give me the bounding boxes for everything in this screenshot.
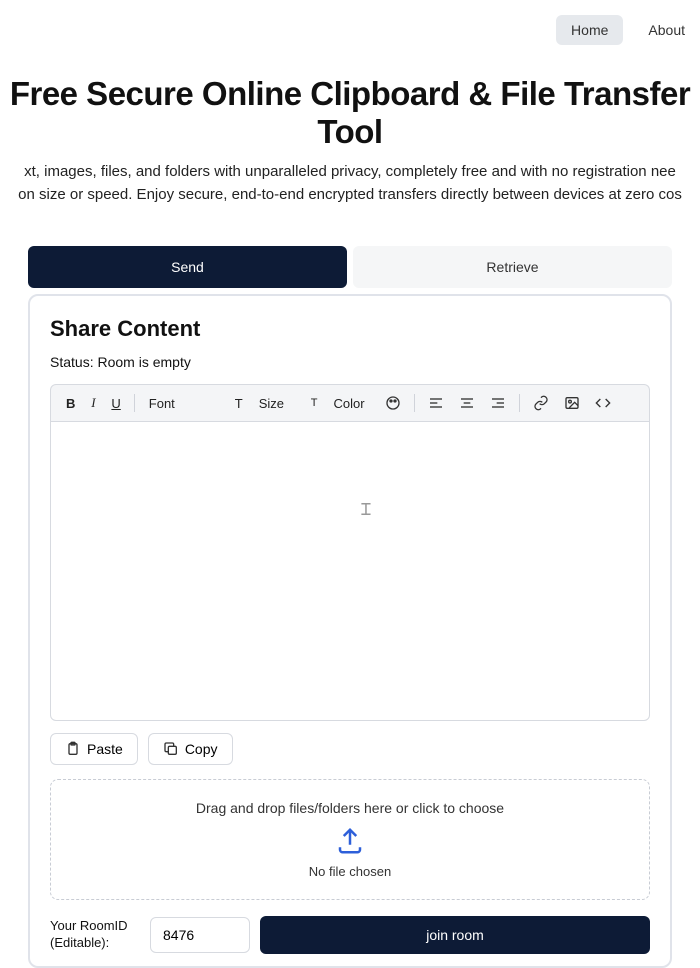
italic-button[interactable]: I xyxy=(85,392,101,414)
color-select[interactable]: Color xyxy=(327,393,375,414)
editor-textarea[interactable]: Ꮖ xyxy=(50,421,650,721)
tab-retrieve[interactable]: Retrieve xyxy=(353,246,672,288)
bold-button[interactable]: B xyxy=(61,393,80,414)
nav-home[interactable]: Home xyxy=(556,15,623,45)
tab-send[interactable]: Send xyxy=(28,246,347,288)
underline-button[interactable]: U xyxy=(106,393,125,414)
copy-button[interactable]: Copy xyxy=(148,733,233,765)
separator xyxy=(519,394,520,412)
tab-bar: Send Retrieve xyxy=(28,246,672,288)
align-center-icon[interactable] xyxy=(454,392,480,414)
room-id-input[interactable] xyxy=(150,917,250,953)
palette-icon[interactable] xyxy=(380,392,406,414)
paste-button[interactable]: Paste xyxy=(50,733,138,765)
code-icon[interactable] xyxy=(590,392,616,414)
upload-icon xyxy=(71,826,629,856)
nofile-text: No file chosen xyxy=(71,864,629,879)
size-select[interactable]: Size xyxy=(253,393,301,414)
copy-label: Copy xyxy=(185,741,218,757)
room-id-label: Your RoomID (Editable): xyxy=(50,918,140,952)
tt-icon[interactable]: T xyxy=(306,394,323,412)
clipboard-icon xyxy=(65,741,81,757)
dropzone-text: Drag and drop files/folders here or clic… xyxy=(71,800,629,816)
align-right-icon[interactable] xyxy=(485,392,511,414)
hero-subtitle-2: on size or speed. Enjoy secure, end-to-e… xyxy=(0,184,700,207)
hero: Free Secure Online Clipboard & File Tran… xyxy=(0,60,700,246)
top-nav: Home About xyxy=(0,0,700,60)
editor-toolbar: B I U Font T Size T Color xyxy=(50,384,650,421)
separator xyxy=(134,394,135,412)
image-icon[interactable] xyxy=(559,392,585,414)
share-panel: Share Content Status: Room is empty B I … xyxy=(28,294,672,968)
nav-about[interactable]: About xyxy=(633,15,700,45)
panel-title: Share Content xyxy=(50,316,650,342)
text-cursor-icon: Ꮖ xyxy=(361,502,372,520)
hero-subtitle-1: xt, images, files, and folders with unpa… xyxy=(0,161,700,184)
file-dropzone[interactable]: Drag and drop files/folders here or clic… xyxy=(50,779,650,900)
copy-icon xyxy=(163,741,179,757)
join-room-button[interactable]: join room xyxy=(260,916,650,954)
room-row: Your RoomID (Editable): join room xyxy=(50,916,650,954)
align-left-icon[interactable] xyxy=(423,392,449,414)
action-row: Paste Copy xyxy=(50,733,650,765)
status-text: Status: Room is empty xyxy=(50,354,650,370)
text-format-icon[interactable]: T xyxy=(230,393,248,414)
separator xyxy=(414,394,415,412)
paste-label: Paste xyxy=(87,741,123,757)
font-select[interactable]: Font xyxy=(143,393,225,414)
link-icon[interactable] xyxy=(528,392,554,414)
hero-title: Free Secure Online Clipboard & File Tran… xyxy=(0,75,700,151)
